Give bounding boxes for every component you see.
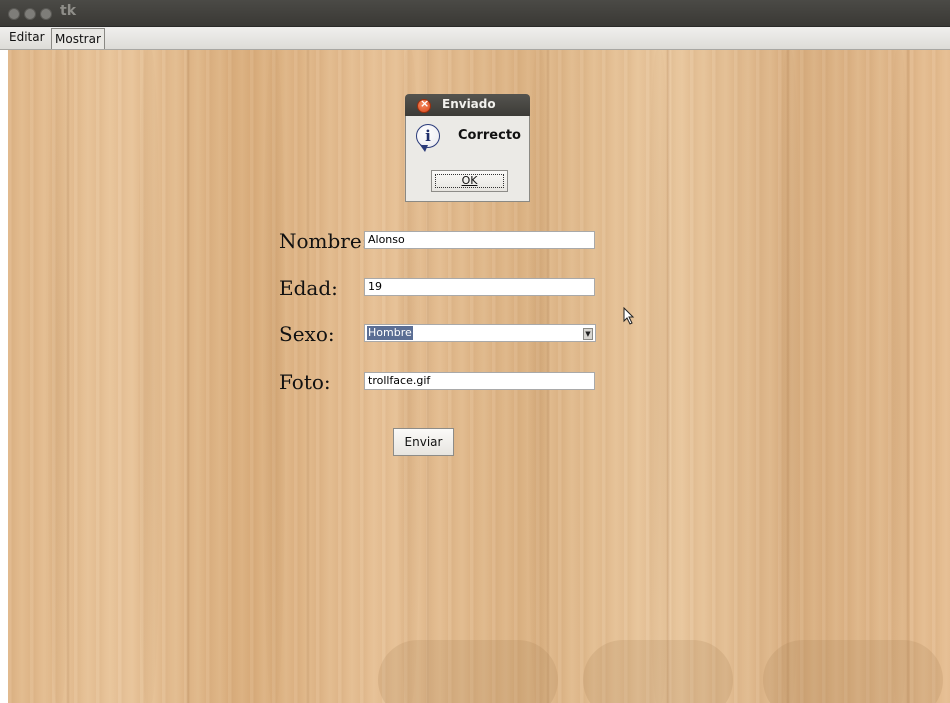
window-maximize-icon[interactable] bbox=[40, 8, 52, 20]
wood-shadow bbox=[378, 640, 558, 703]
window-minimize-icon[interactable] bbox=[24, 8, 36, 20]
edad-label: Edad: bbox=[279, 276, 338, 300]
nombre-input[interactable]: Alonso bbox=[364, 231, 595, 249]
dialog-body: i Correcto OK bbox=[405, 116, 530, 202]
menu-editar[interactable]: Editar bbox=[5, 27, 49, 47]
window-title: tk bbox=[60, 3, 77, 19]
ok-button[interactable]: OK bbox=[431, 170, 508, 192]
nombre-label: Nombre: bbox=[279, 229, 369, 253]
menubar: Editar Mostrar bbox=[0, 27, 950, 50]
dialog-title: Enviado bbox=[442, 97, 496, 111]
dialog-close-icon[interactable] bbox=[417, 97, 431, 113]
edad-input[interactable]: 19 bbox=[364, 278, 595, 296]
window-titlebar[interactable]: tk bbox=[0, 0, 950, 27]
foto-input[interactable]: trollface.gif bbox=[364, 372, 595, 390]
sexo-selected-value: Hombre bbox=[367, 326, 413, 340]
foto-label: Foto: bbox=[279, 370, 331, 394]
window-close-icon[interactable] bbox=[8, 8, 20, 20]
menu-mostrar[interactable]: Mostrar bbox=[51, 28, 105, 49]
mouse-pointer-icon bbox=[623, 307, 635, 325]
tk-window: tk Editar Mostrar Nombre: Edad: Sexo: Fo… bbox=[0, 0, 950, 703]
wood-knot bbox=[778, 50, 800, 703]
dialog-titlebar[interactable]: Enviado bbox=[405, 94, 530, 116]
enviar-button[interactable]: Enviar bbox=[393, 428, 454, 456]
wood-knot bbox=[48, 50, 70, 703]
enviado-dialog: Enviado i Correcto OK bbox=[405, 94, 530, 202]
sexo-label: Sexo: bbox=[279, 322, 335, 346]
wood-knot bbox=[648, 50, 670, 703]
wood-shadow bbox=[763, 640, 943, 703]
wood-knot bbox=[888, 50, 910, 703]
chevron-down-icon[interactable]: ▼ bbox=[583, 328, 593, 340]
wood-knot bbox=[138, 50, 160, 703]
ok-button-label: OK bbox=[461, 174, 478, 187]
sexo-select[interactable]: Hombre ▼ bbox=[364, 324, 596, 342]
wood-shadow bbox=[583, 640, 733, 703]
info-icon-tail bbox=[420, 145, 428, 152]
dialog-message: Correcto bbox=[458, 128, 521, 143]
